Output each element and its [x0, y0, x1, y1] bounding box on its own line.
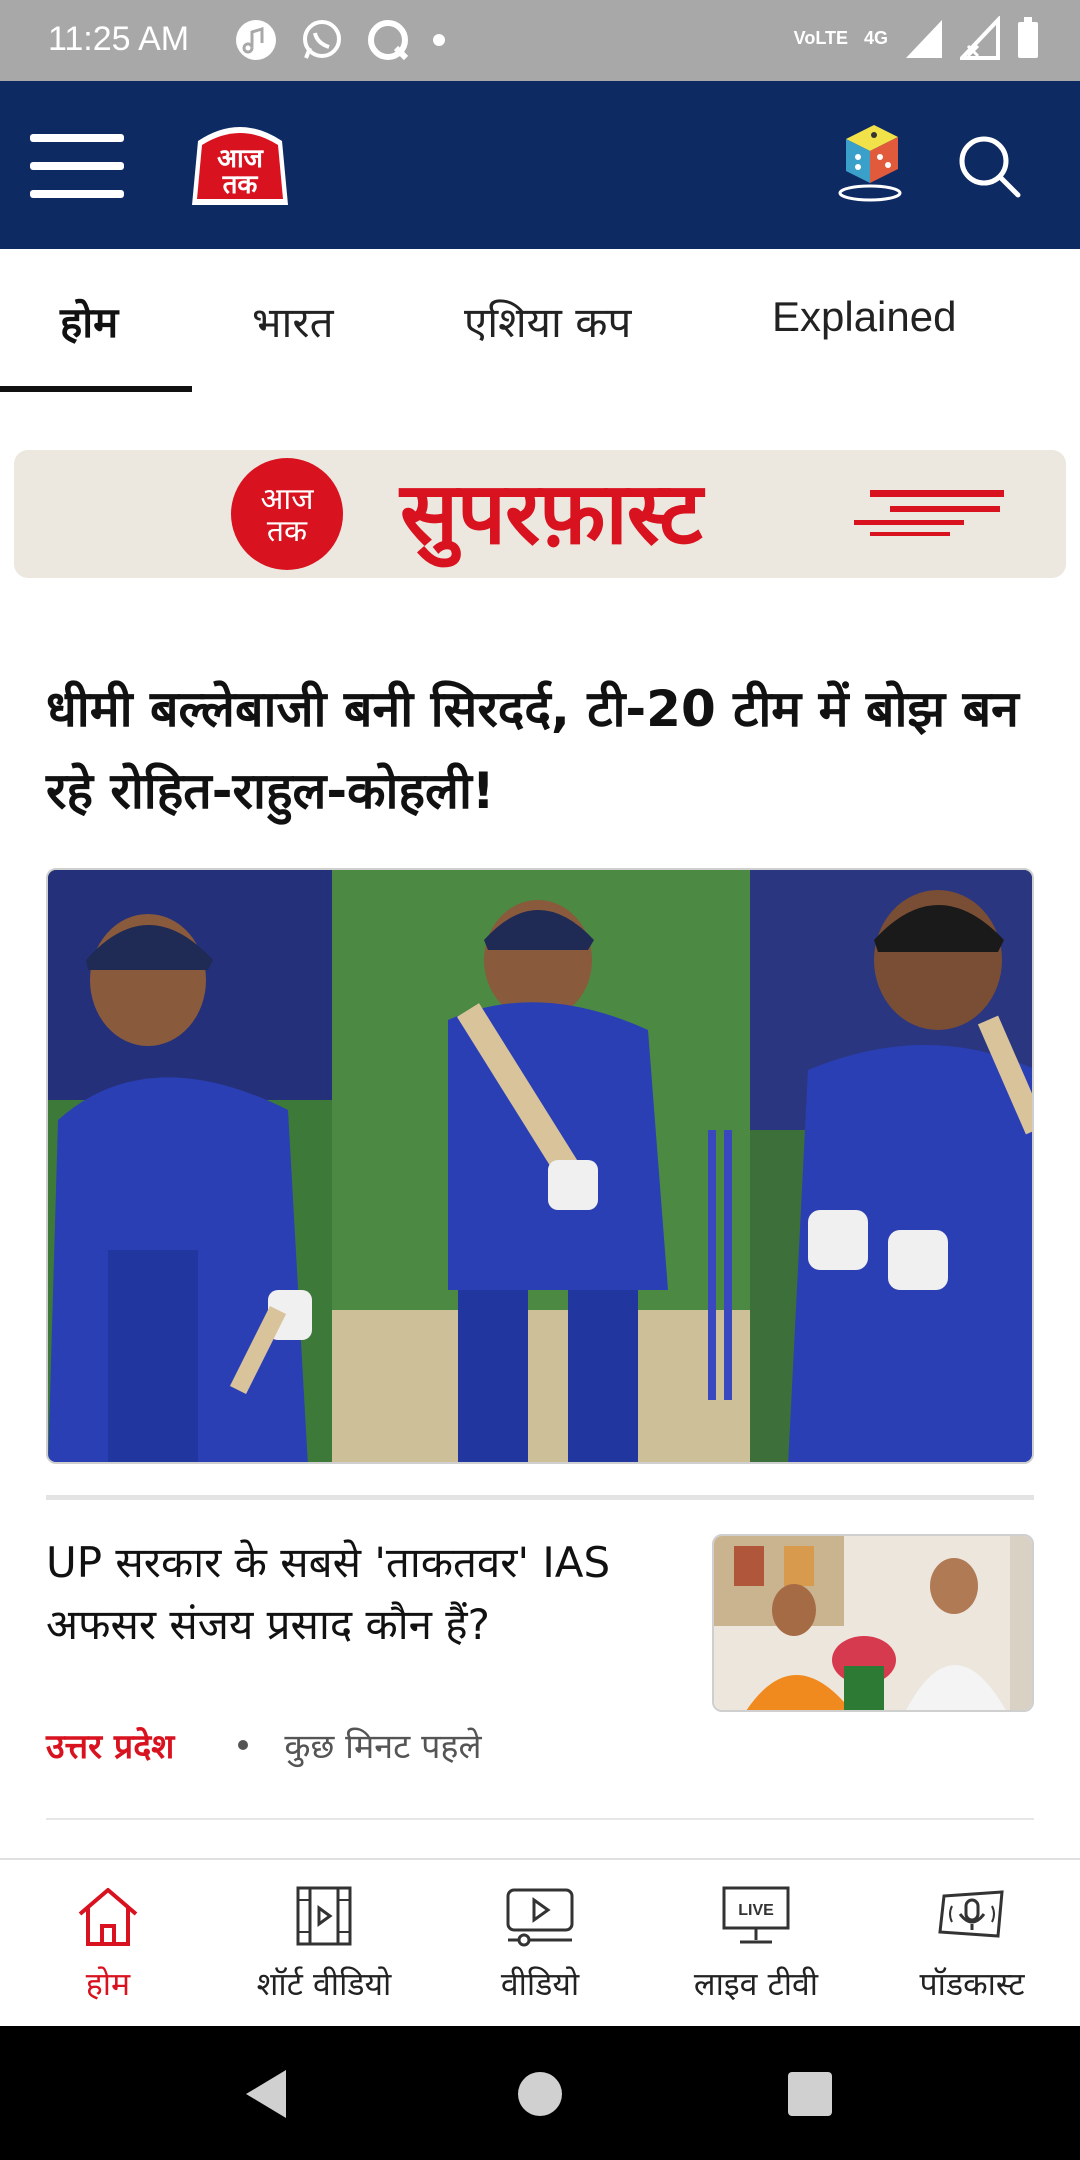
- home-button-icon[interactable]: [510, 2064, 570, 2124]
- logo-text-bottom: तक: [222, 170, 259, 200]
- aaj-tak-logo[interactable]: आज तक: [188, 119, 292, 211]
- network-type-label: 4G: [863, 27, 888, 48]
- meta-separator-dot: [238, 1740, 249, 1750]
- story-thumbnail[interactable]: [712, 1534, 1034, 1712]
- nav-home[interactable]: होम: [0, 1860, 216, 2028]
- banner-logo-text-top: आज: [261, 482, 315, 517]
- nav-video[interactable]: वीडियो: [432, 1860, 648, 2028]
- dice-icon[interactable]: [834, 117, 906, 203]
- tab-explained[interactable]: Explained: [772, 293, 956, 341]
- live-tv-icon: LIVE: [722, 1886, 790, 1944]
- story-thumbnail-image: [714, 1536, 1032, 1710]
- nav-live-tv[interactable]: LIVE लाइव टीवी: [648, 1860, 864, 2028]
- system-navigation-bar: [0, 2026, 1080, 2160]
- nav-home-label: होम: [85, 1965, 131, 2003]
- superfast-banner[interactable]: आज तक सुपरफ़ास्ट: [14, 450, 1066, 578]
- story-divider: [46, 1818, 1034, 1820]
- signal-icon: [906, 20, 942, 58]
- signal-no-service-icon: [960, 16, 1000, 60]
- banner-title: सुपरफ़ास्ट: [400, 464, 703, 564]
- nav-short-video[interactable]: शॉर्ट वीडियो: [216, 1860, 432, 2028]
- story-timestamp: कुछ मिनट पहले: [284, 1727, 482, 1767]
- status-time: 11:25 AM: [48, 20, 190, 58]
- nav-podcast-label: पॉडकास्ट: [919, 1965, 1025, 2003]
- battery-icon: [1018, 17, 1038, 58]
- more-notifications-dot-icon: [433, 34, 445, 46]
- recents-icon[interactable]: [780, 2064, 840, 2124]
- category-tabs: होम भारत एशिया कप Explained: [0, 249, 1080, 393]
- app-header: आज तक: [0, 81, 1080, 249]
- nav-live-tv-label: लाइव टीवी: [693, 1965, 819, 2003]
- lead-story-image[interactable]: [46, 868, 1034, 1464]
- video-icon: [506, 1888, 574, 1947]
- nav-podcast[interactable]: पॉडकास्ट: [864, 1860, 1080, 2028]
- banner-logo-text-bottom: तक: [267, 514, 308, 549]
- speed-lines-icon: [854, 490, 1004, 536]
- story-meta: उत्तर प्रदेश कुछ मिनट पहले: [46, 1722, 482, 1768]
- story-title[interactable]: UP सरकार के सबसे 'ताकतवर' IAS अफसर संजय …: [46, 1532, 686, 1656]
- tab-bharat[interactable]: भारत: [252, 293, 334, 350]
- bottom-navigation: होम शॉर्ट वीडियो वीडियो LIVE लाइव टीवी प…: [0, 1858, 1080, 2026]
- music-notification-icon: [236, 20, 276, 60]
- cricket-players-image: [48, 870, 1032, 1462]
- lead-story-headline[interactable]: धीमी बल्लेबाजी बनी सिरदर्द, टी-20 टीम मे…: [46, 668, 1046, 832]
- short-video-icon: [296, 1886, 352, 1946]
- message-notification-icon: [368, 20, 409, 61]
- nav-video-label: वीडियो: [500, 1965, 580, 2003]
- menu-icon[interactable]: [30, 130, 124, 202]
- podcast-icon: [938, 1890, 1004, 1938]
- volte-label: VoLTE: [793, 27, 848, 48]
- aaj-tak-circle-logo: आज तक: [231, 458, 343, 570]
- status-bar: 11:25 AM VoLTE 4G: [0, 0, 1080, 81]
- active-tab-indicator: [0, 386, 192, 392]
- back-icon[interactable]: [238, 2064, 298, 2124]
- tab-asia-cup[interactable]: एशिया कप: [464, 293, 631, 350]
- story-category[interactable]: उत्तर प्रदेश: [46, 1722, 174, 1768]
- home-icon: [78, 1888, 138, 1946]
- whatsapp-notification-icon: [303, 20, 341, 59]
- svg-text:LIVE: LIVE: [738, 1902, 774, 1919]
- nav-short-video-label: शॉर्ट वीडियो: [256, 1965, 392, 2003]
- tab-home[interactable]: होम: [60, 293, 118, 350]
- section-divider: [46, 1495, 1034, 1500]
- search-icon[interactable]: [956, 133, 1022, 199]
